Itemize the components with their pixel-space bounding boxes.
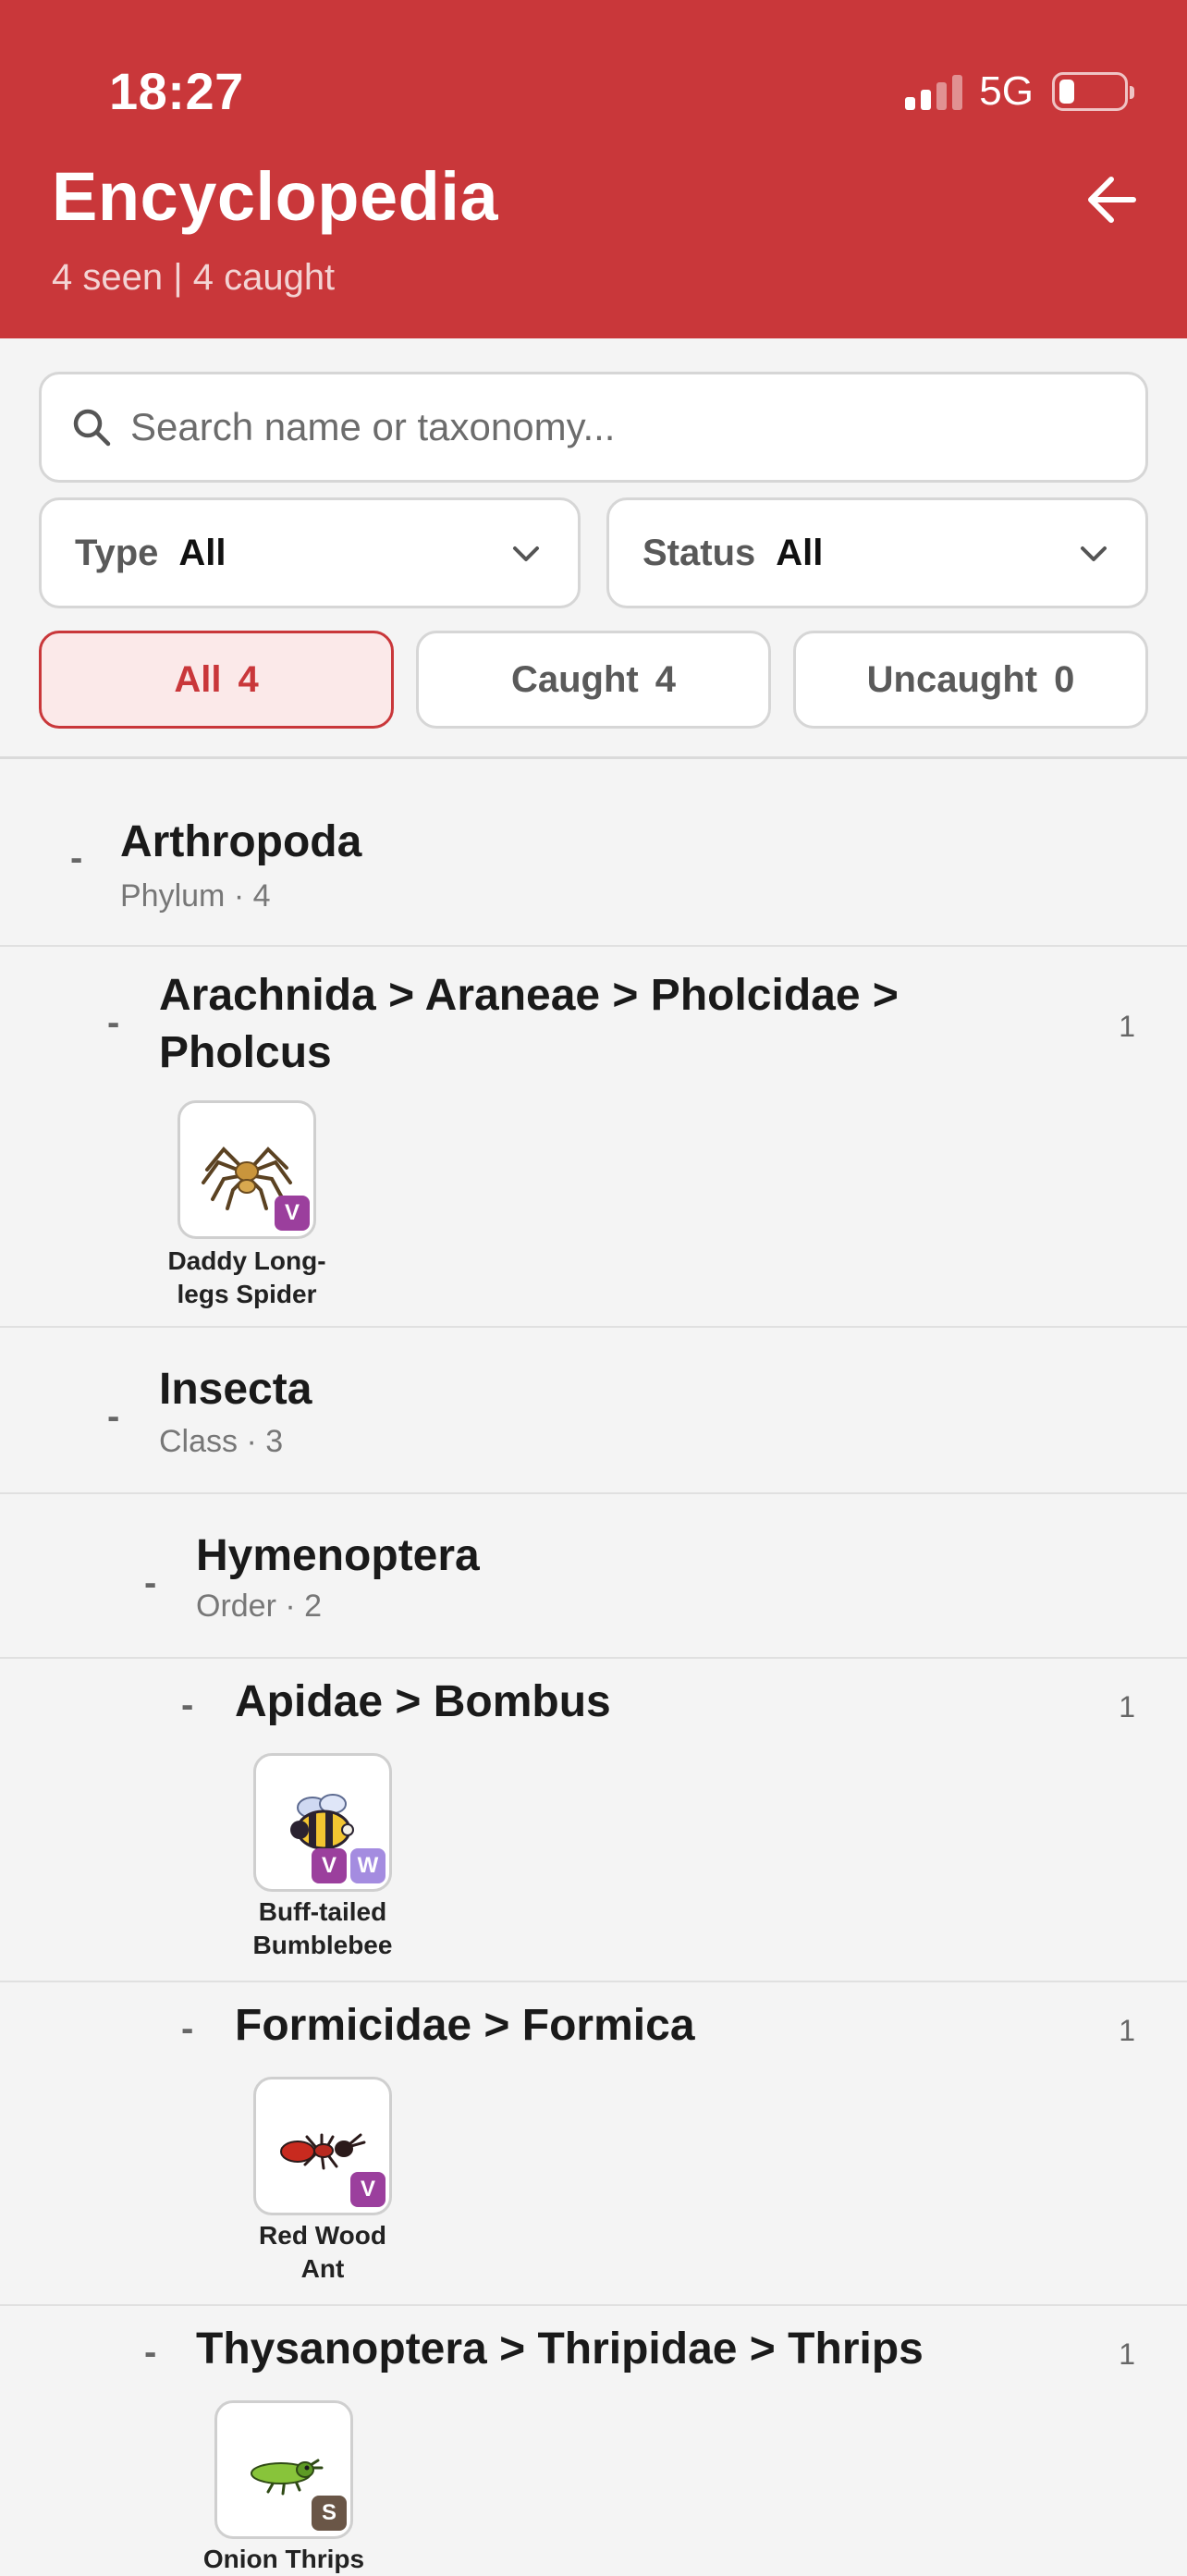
species-name-line1: Onion Thrips <box>202 2545 365 2573</box>
badge-v: V <box>312 1848 347 1883</box>
tree-node-insecta[interactable]: - Insecta Class · 3 <box>0 1328 1187 1492</box>
chevron-down-icon <box>513 546 539 561</box>
species-name-line1: Daddy Long- <box>167 1246 326 1275</box>
leaf-count: 1 <box>1119 1690 1135 1723</box>
chevron-down-icon <box>1081 546 1107 561</box>
search-bar[interactable] <box>39 372 1148 483</box>
status-time: 18:27 <box>109 62 244 120</box>
divider <box>0 756 1187 759</box>
group-title: Arthropoda <box>120 817 362 866</box>
type-filter-dropdown[interactable]: Type All <box>39 497 581 608</box>
badge-w: W <box>350 1848 385 1883</box>
type-filter-label: Type <box>75 532 159 573</box>
status-filter-dropdown[interactable]: Status All <box>606 497 1148 608</box>
collapse-toggle[interactable]: - <box>107 1002 119 1044</box>
search-icon <box>73 409 111 447</box>
species-name: Onion Thrips <box>191 2543 376 2576</box>
chip-count: 4 <box>238 658 259 700</box>
species-name-line2: Bumblebee <box>252 1931 393 1959</box>
tree-node-thrips[interactable]: - Thysanoptera > Thripidae > Thrips 1 <box>0 2306 1187 2569</box>
filter-chip-uncaught[interactable]: Uncaught 0 <box>793 631 1148 729</box>
species-name: Buff-tailed Bumblebee <box>230 1895 415 1962</box>
group-title: Apidae > Bombus <box>235 1677 611 1726</box>
status-filter-value: All <box>776 532 824 573</box>
species-card-thrips[interactable]: S <box>214 2400 353 2539</box>
species-card-spider[interactable]: V <box>177 1100 316 1239</box>
group-subtitle: Phylum · 4 <box>120 878 271 914</box>
species-name-line2: legs Spider <box>177 1280 317 1308</box>
collapse-toggle[interactable]: - <box>181 2008 193 2050</box>
species-name-line1: Red Wood <box>259 2221 386 2250</box>
collapse-toggle[interactable]: - <box>144 2332 156 2374</box>
search-input[interactable] <box>130 405 1092 449</box>
chip-count: 4 <box>655 658 676 700</box>
species-name-line2: Ant <box>300 2254 345 2283</box>
page-subtitle: 4 seen | 4 caught <box>52 257 336 298</box>
chip-label: All <box>174 658 222 700</box>
collapse-toggle[interactable]: - <box>181 1685 193 1726</box>
leaf-count: 1 <box>1119 2014 1135 2047</box>
back-arrow-icon[interactable] <box>1076 163 1150 237</box>
collapse-toggle[interactable]: - <box>144 1563 156 1604</box>
species-card-bumblebee[interactable]: V W <box>253 1753 392 1892</box>
signal-icon <box>905 73 963 110</box>
collapse-toggle[interactable]: - <box>70 838 82 879</box>
battery-icon <box>1052 72 1134 111</box>
group-title: Formicidae > Formica <box>235 2001 695 2050</box>
group-title: Thysanoptera > Thripidae > Thrips <box>196 2325 924 2374</box>
group-title-line1: Arachnida > Araneae > Pholcidae > <box>159 971 899 1020</box>
filter-chip-all[interactable]: All 4 <box>39 631 394 729</box>
network-label: 5G <box>979 68 1034 114</box>
badge-s: S <box>312 2496 347 2531</box>
species-name-line1: Buff-tailed <box>258 1897 387 1926</box>
group-subtitle: Order · 2 <box>196 1589 323 1624</box>
tree-node-formica[interactable]: - Formicidae > Formica 1 <box>0 1982 1187 2306</box>
chip-count: 0 <box>1054 658 1075 700</box>
app-header: 18:27 5G Encyclopedia 4 seen | 4 caught <box>0 0 1187 338</box>
group-subtitle: Class · 3 <box>159 1424 284 1459</box>
collapse-toggle[interactable]: - <box>107 1396 119 1438</box>
status-filter-label: Status <box>642 532 756 573</box>
chip-label: Uncaught <box>866 658 1038 700</box>
group-title-line2: Pholcus <box>159 1028 332 1077</box>
status-indicators: 5G <box>905 68 1134 115</box>
badge-v: V <box>275 1196 310 1231</box>
badge-v: V <box>350 2172 385 2207</box>
group-title: Insecta <box>159 1365 312 1414</box>
tree-node-hymenoptera[interactable]: - Hymenoptera Order · 2 <box>0 1494 1187 1657</box>
leaf-count: 1 <box>1119 2337 1135 2371</box>
group-title: Hymenoptera <box>196 1531 480 1580</box>
tree-node-bombus[interactable]: - Apidae > Bombus 1 <box>0 1659 1187 1982</box>
page-title: Encyclopedia <box>52 158 499 235</box>
leaf-count: 1 <box>1119 1010 1135 1043</box>
type-filter-value: All <box>178 532 226 573</box>
tree-node-arthropoda[interactable]: - Arthropoda Phylum · 4 <box>0 760 1187 945</box>
species-name: Daddy Long- legs Spider <box>154 1245 339 1311</box>
species-name: Red Wood Ant <box>230 2219 415 2286</box>
chip-label: Caught <box>510 658 639 700</box>
filter-chip-caught[interactable]: Caught 4 <box>416 631 771 729</box>
species-card-ant[interactable]: V <box>253 2077 392 2215</box>
